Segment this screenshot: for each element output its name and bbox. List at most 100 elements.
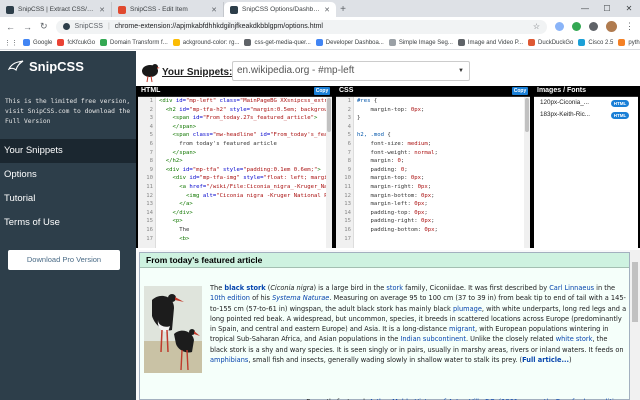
address-url: chrome-extension://apjmkabfdhhkdgilnjfke… xyxy=(114,23,323,30)
bookmark-item[interactable]: fcKfcukGo xyxy=(57,39,95,46)
article-text: . Unlike the closely related xyxy=(465,335,556,344)
bookmark-favicon-icon xyxy=(315,39,323,46)
bookmark-item[interactable]: ackground-color: rg... xyxy=(172,39,239,46)
sidebar-item-terms-of-use[interactable]: Terms of Use xyxy=(0,211,136,235)
bookmark-item[interactable]: css-get-media-quer... xyxy=(244,39,311,46)
css-pane: CSS Copy 1 2 3 4 5 6 7 8 9 10 11 12 13 14 15 16 17 #res … xyxy=(336,86,530,248)
html-code-editor[interactable]: 1 2 3 4 5 6 7 8 9 10 11 12 13 14 15 16 17 <div id="mp-le… xyxy=(138,97,332,248)
bookmark-favicon-icon xyxy=(528,39,536,46)
browser-tab-bar: SnipCSS | Extract CSS/HTML sni...✕SnipCS… xyxy=(0,0,640,17)
article-link[interactable]: plumage xyxy=(453,305,482,313)
css-scrollbar[interactable] xyxy=(524,97,530,248)
chevron-down-icon: ▼ xyxy=(458,68,464,74)
copy-css-button[interactable]: Copy xyxy=(512,87,528,95)
address-field[interactable]: SnipCSS | chrome-extension://apjmkabfdhh… xyxy=(55,19,547,34)
article-link[interactable]: black stork xyxy=(224,284,265,292)
bookmark-item[interactable]: Simple Image Seg... xyxy=(388,39,453,46)
browser-menu-icon[interactable]: ⋮ xyxy=(625,21,634,32)
article-link[interactable]: Systema Naturae xyxy=(272,294,329,302)
tab-favicon-icon xyxy=(6,5,14,14)
browser-tab[interactable]: SnipCSS Options/Dashboard ✕ xyxy=(224,2,336,17)
images-list: 120px-Ciconia_... HTML 183px-Keith-Ric..… xyxy=(534,97,638,248)
black-bird-icon xyxy=(142,64,160,83)
sidebar-item-tutorial[interactable]: Tutorial xyxy=(0,187,136,211)
bookmark-item[interactable]: Domain Transform f... xyxy=(100,39,168,46)
article-link[interactable]: Full article... xyxy=(522,356,569,364)
article-link[interactable]: migrant xyxy=(449,325,475,333)
line-numbers: 1 2 3 4 5 6 7 8 9 10 11 12 13 14 15 16 17 xyxy=(336,97,354,248)
css-code-editor[interactable]: 1 2 3 4 5 6 7 8 9 10 11 12 13 14 15 16 17 #res { margin-… xyxy=(336,97,530,248)
your-snippets-label: Your Snippets: xyxy=(162,67,233,78)
snippet-select[interactable]: en.wikipedia.org - #mp-left ▼ xyxy=(232,61,470,81)
forward-icon[interactable]: → xyxy=(23,22,32,32)
tab-close-icon[interactable]: ✕ xyxy=(324,6,330,14)
article-link[interactable]: Indian subcontinent xyxy=(400,335,466,343)
preview-scroll-thumb[interactable] xyxy=(632,262,638,322)
images-pane-header: Images / Fonts xyxy=(534,86,638,96)
minimize-icon[interactable]: — xyxy=(574,0,596,17)
article-link[interactable]: Carl Linnaeus xyxy=(549,284,594,292)
bookmark-favicon-icon xyxy=(618,39,626,46)
maximize-icon[interactable]: ☐ xyxy=(596,0,618,17)
html-pane: HTML Copy 1 2 3 4 5 6 7 8 9 10 11 12 13 14 15 16 17 <div… xyxy=(138,86,332,248)
list-item[interactable]: 183px-Keith-Ric... HTML xyxy=(540,109,638,121)
article-link[interactable]: white stork xyxy=(556,335,593,343)
list-item[interactable]: 120px-Ciconia_... HTML xyxy=(540,97,638,109)
bookmark-label: DuckDuckGo xyxy=(538,39,574,46)
bookmark-item[interactable]: Developer Dashboa... xyxy=(315,39,384,46)
snippet-preview: From today's featured article The black … xyxy=(136,250,640,400)
profile-avatar[interactable] xyxy=(606,21,617,32)
snippet-select-value: en.wikipedia.org - #mp-left xyxy=(237,65,355,76)
article-link[interactable]: stork xyxy=(386,284,403,292)
article-link[interactable]: 10th edition xyxy=(210,294,250,302)
bookmark-favicon-icon xyxy=(388,39,396,46)
main-content: Your Snippets: en.wikipedia.org - #mp-le… xyxy=(136,51,640,400)
bookmark-favicon-icon xyxy=(100,39,108,46)
html-scroll-thumb[interactable] xyxy=(327,98,331,132)
bookmark-item[interactable]: Image and Video P... xyxy=(457,39,523,46)
browser-tab[interactable]: SnipCSS | Extract CSS/HTML sni...✕ xyxy=(0,2,112,17)
logo: SnipCSS xyxy=(8,58,84,74)
black-stork-image[interactable] xyxy=(144,286,202,373)
bookmark-star-icon[interactable]: ☆ xyxy=(533,22,540,31)
html-scrollbar[interactable] xyxy=(326,97,332,248)
images-fonts-pane: Images / Fonts 120px-Ciconia_... HTML 18… xyxy=(534,86,638,248)
bookmark-item[interactable]: Cisco 2.5 xyxy=(578,39,613,46)
image-name: 120px-Ciconia_... xyxy=(540,99,590,106)
free-version-notice: This is the limited free version, visit … xyxy=(5,98,131,125)
bookmark-favicon-icon xyxy=(457,39,465,46)
bookmark-favicon-icon xyxy=(57,39,65,46)
apps-grid-icon[interactable]: ⋮⋮ xyxy=(4,39,18,47)
html-badge[interactable]: HTML xyxy=(611,111,629,119)
article-link[interactable]: amphibians xyxy=(210,356,248,364)
bookmark-item[interactable]: Google xyxy=(23,39,52,46)
bookmark-label: Cisco 2.5 xyxy=(588,39,614,46)
sidebar: SnipCSS This is the limited free version… xyxy=(0,51,146,400)
tab-close-icon[interactable]: ✕ xyxy=(211,6,217,14)
tab-title: SnipCSS - Edit Item xyxy=(130,6,188,13)
extension-page-icon xyxy=(62,23,70,30)
preview-scrollbar[interactable] xyxy=(630,250,640,400)
tab-favicon-icon xyxy=(118,5,126,14)
reload-icon[interactable]: ↻ xyxy=(40,21,48,32)
close-window-icon[interactable]: ✕ xyxy=(618,0,640,17)
new-tab-button[interactable]: + xyxy=(336,2,350,17)
sidebar-item-options[interactable]: Options xyxy=(0,163,136,187)
snipcss-bird-icon xyxy=(8,60,24,72)
bookmark-item[interactable]: DuckDuckGo xyxy=(528,39,573,46)
bookmark-favicon-icon xyxy=(244,39,252,46)
extensions-puzzle-icon[interactable] xyxy=(589,22,598,31)
copy-html-button[interactable]: Copy xyxy=(314,87,330,95)
extension-icon-2[interactable] xyxy=(572,22,581,31)
browser-tab[interactable]: SnipCSS - Edit Item ✕ xyxy=(112,2,224,17)
bookmark-favicon-icon xyxy=(172,39,180,46)
download-pro-button[interactable]: Download Pro Version xyxy=(8,250,120,270)
html-badge[interactable]: HTML xyxy=(611,99,629,107)
article-text: ) is a large bird in the xyxy=(313,284,387,292)
bookmark-item[interactable]: python - How to de... xyxy=(618,39,640,46)
back-icon[interactable]: ← xyxy=(6,22,15,32)
extension-icon[interactable] xyxy=(555,22,564,31)
tab-close-icon[interactable]: ✕ xyxy=(99,6,105,14)
sidebar-item-your-snippets[interactable]: Your Snippets xyxy=(0,139,146,163)
css-scroll-thumb[interactable] xyxy=(525,98,529,132)
